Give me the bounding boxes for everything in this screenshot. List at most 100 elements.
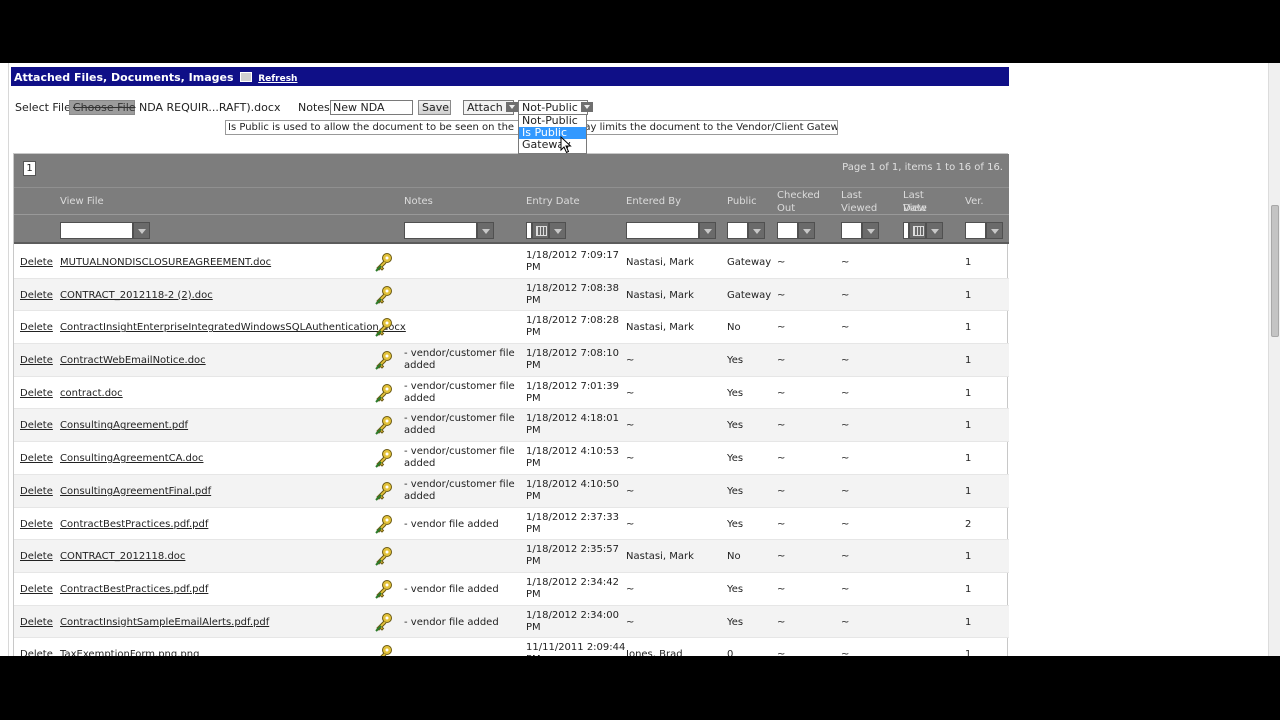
table-row: Delete ContractBestPractices.pdf.pdf - ven… (14, 573, 1009, 606)
entered-by-cell: Jones, Brad (626, 649, 683, 656)
filter-entered-by-input[interactable] (626, 222, 699, 239)
delete-link[interactable]: Delete (20, 649, 53, 656)
col-entry-date[interactable]: Entry Date (526, 195, 580, 208)
filter-icon[interactable] (798, 222, 815, 239)
delete-link[interactable]: Delete (20, 355, 53, 367)
entered-by-cell: Nastasi, Mark (626, 322, 694, 334)
file-link[interactable]: ConsultingAgreement.pdf (60, 420, 188, 432)
delete-link[interactable]: Delete (20, 322, 53, 334)
filter-view-file-input[interactable] (60, 222, 133, 239)
table-row: Delete ContractBestPractices.pdf.pdf - ven… (14, 508, 1009, 541)
filter-notes-input[interactable] (404, 222, 477, 239)
file-link[interactable]: ContractInsightSampleEmailAlerts.pdf.pdf (60, 617, 269, 629)
key-icon[interactable] (374, 415, 394, 436)
notes-line1: - vendor/customer file (404, 380, 515, 392)
col-public[interactable]: Public (727, 195, 757, 208)
option-gateway[interactable]: Gateway (519, 139, 586, 151)
vertical-scrollbar[interactable] (1268, 63, 1280, 656)
filter-icon[interactable] (133, 222, 150, 239)
attach-button[interactable]: Attach (463, 100, 518, 115)
choose-file-button[interactable]: Choose File (69, 100, 136, 115)
col-view-file[interactable]: View File (60, 195, 104, 208)
filter-icon[interactable] (549, 222, 566, 239)
key-icon[interactable] (374, 252, 394, 272)
calendar-icon[interactable] (909, 222, 926, 239)
filter-icon[interactable] (926, 222, 943, 239)
col-last-viewed-line1: Last (841, 190, 862, 201)
date-line1: 1/18/2012 7:09:17 (526, 250, 620, 261)
key-icon[interactable] (374, 546, 394, 566)
save-button[interactable]: Save (418, 100, 451, 115)
date-line2: PM (526, 654, 541, 656)
visibility-dropdown[interactable]: Not-Public Is Public Gateway (518, 114, 587, 154)
checked-out-cell: ~ (777, 518, 786, 530)
file-link[interactable]: ContractBestPractices.pdf.pdf (60, 519, 208, 531)
key-icon[interactable] (374, 350, 394, 370)
delete-link[interactable]: Delete (20, 617, 53, 629)
col-entered-by[interactable]: Entered By (626, 195, 681, 208)
refresh-link[interactable]: Refresh (258, 74, 297, 84)
file-link[interactable]: TaxExemptionForm.png.png (60, 649, 199, 656)
delete-link[interactable]: Delete (20, 519, 53, 531)
table-row: Delete contract.doc - vendor/customer file… (14, 377, 1009, 410)
key-icon[interactable] (374, 514, 394, 534)
filter-icon[interactable] (748, 222, 765, 239)
last-viewed-cell: ~ (841, 518, 850, 530)
filter-last-viewed-input[interactable] (841, 222, 862, 239)
section-title: Attached Files, Documents, Images (14, 71, 234, 84)
checked-out-cell: ~ (777, 583, 786, 595)
table-row: Delete ContractWebEmailNotice.doc - vendor… (14, 344, 1009, 377)
notes-input[interactable]: New NDA (330, 100, 413, 115)
filter-public-input[interactable] (727, 222, 748, 239)
key-icon[interactable] (374, 644, 394, 656)
entry-date-cell: 1/18/2012 7:09:17 PM (526, 250, 619, 274)
key-icon[interactable] (374, 383, 394, 403)
file-link[interactable]: ContractBestPractices.pdf.pdf (60, 584, 208, 596)
file-link[interactable]: ContractInsightEnterpriseIntegratedWindo… (60, 322, 406, 334)
file-link[interactable]: contract.doc (60, 388, 123, 400)
delete-link[interactable]: Delete (20, 551, 53, 563)
delete-link[interactable]: Delete (20, 290, 53, 302)
delete-link[interactable]: Delete (20, 486, 53, 498)
last-viewed-cell: ~ (841, 355, 850, 367)
scrollbar-thumb[interactable] (1271, 205, 1279, 337)
col-ver[interactable]: Ver. (965, 195, 984, 208)
filter-ver-input[interactable] (965, 222, 986, 239)
filter-icon[interactable] (477, 222, 494, 239)
delete-link[interactable]: Delete (20, 257, 53, 269)
filter-icon[interactable] (699, 222, 716, 239)
entry-date-cell: 1/18/2012 7:01:39 PM (526, 381, 619, 405)
filter-checked-out-input[interactable] (777, 222, 798, 239)
file-link[interactable]: CONTRACT_2012118-2 (2).doc (60, 290, 213, 302)
delete-link[interactable]: Delete (20, 420, 53, 432)
entered-by-cell: ~ (626, 453, 635, 465)
file-link[interactable]: ConsultingAgreementFinal.pdf (60, 486, 211, 498)
date-line1: 1/18/2012 7:08:28 (526, 315, 620, 327)
notes-cell: - vendor/customer file added (404, 381, 515, 405)
delete-link[interactable]: Delete (20, 453, 53, 465)
delete-link[interactable]: Delete (20, 388, 53, 400)
visibility-select[interactable]: Not-Public (518, 100, 593, 115)
key-icon[interactable] (374, 612, 394, 632)
filter-icon[interactable] (986, 222, 1003, 239)
file-link[interactable]: ConsultingAgreementCA.doc (60, 453, 203, 465)
file-link[interactable]: CONTRACT_2012118.doc (60, 551, 185, 563)
notes-cell: - vendor file added (404, 519, 499, 531)
file-link[interactable]: ContractWebEmailNotice.doc (60, 355, 206, 367)
key-icon[interactable] (374, 317, 394, 338)
key-icon[interactable] (374, 448, 394, 468)
file-link[interactable]: MUTUALNONDISCLOSUREAGREEMENT.doc (60, 257, 271, 269)
key-icon[interactable] (374, 579, 394, 599)
key-icon[interactable] (374, 481, 394, 501)
filter-icon[interactable] (862, 222, 879, 239)
chevron-down-icon (580, 102, 593, 112)
notes-cell: - vendor/customer file added (404, 479, 515, 503)
calendar-icon[interactable] (532, 222, 549, 239)
delete-link[interactable]: Delete (20, 584, 53, 596)
refresh-icon[interactable] (240, 72, 253, 82)
chevron-down-icon (505, 102, 518, 112)
mouse-cursor-icon (560, 136, 572, 154)
key-icon[interactable] (374, 285, 394, 305)
col-notes[interactable]: Notes (404, 195, 433, 208)
page-number-button[interactable]: 1 (23, 161, 36, 176)
